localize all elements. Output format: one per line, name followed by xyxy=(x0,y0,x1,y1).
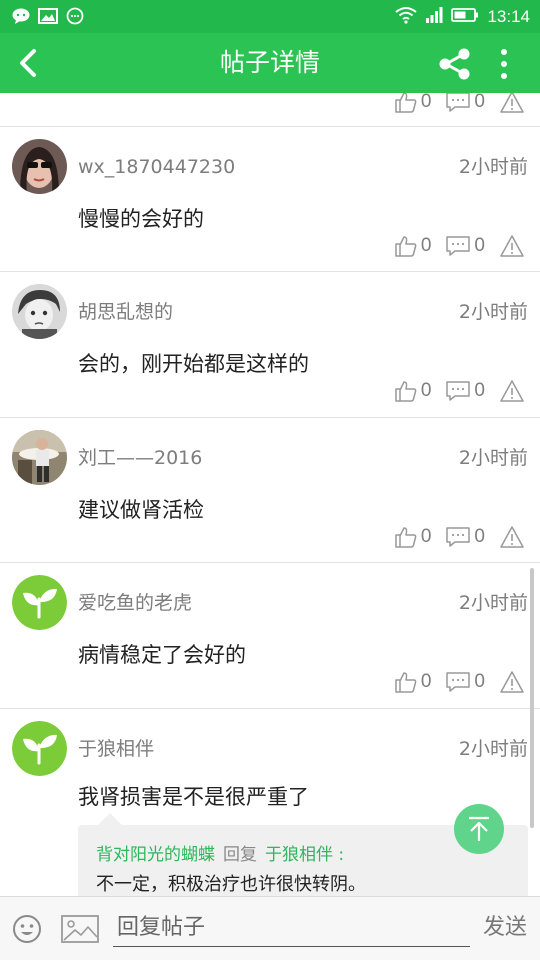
thumbs-up-icon xyxy=(395,93,417,113)
report-button[interactable] xyxy=(499,93,528,114)
comment-feed[interactable]: 0 0 wx_1870447230 2小时前 慢慢的会好的 0 0 胡思乱想的 … xyxy=(0,93,540,896)
avatar[interactable] xyxy=(12,721,67,776)
timestamp: 2小时前 xyxy=(458,301,528,323)
smiley-icon xyxy=(13,915,41,943)
comment-post: wx_1870447230 2小时前 慢慢的会好的 0 0 xyxy=(0,127,540,272)
comment-button[interactable]: 0 xyxy=(445,525,485,549)
comment-text: 会的，刚开始都是这样的 xyxy=(78,352,309,376)
reply-header: 背对阳光的蝴蝶 回复 于狼相伴 : xyxy=(96,843,344,867)
signal-icon xyxy=(425,7,443,27)
thumbs-up-icon xyxy=(395,527,417,548)
more-vertical-icon xyxy=(501,49,507,79)
comment-text: 病情稳定了会好的 xyxy=(78,643,246,667)
share-button[interactable] xyxy=(437,46,473,82)
insert-image-button[interactable] xyxy=(60,914,100,944)
app-bar: 帖子详情 xyxy=(0,33,540,93)
warning-icon xyxy=(500,235,524,257)
username[interactable]: 刘工——2016 xyxy=(78,446,202,470)
username[interactable]: 爱吃鱼的老虎 xyxy=(78,591,192,615)
username[interactable]: wx_1870447230 xyxy=(78,155,235,179)
warning-icon xyxy=(500,671,524,693)
comment-text: 我肾损害是不是很严重了 xyxy=(78,785,309,809)
like-button[interactable]: 0 xyxy=(394,234,432,258)
comment-button[interactable]: 0 xyxy=(445,93,485,114)
comment-icon xyxy=(446,236,471,256)
clock: 13:14 xyxy=(487,7,530,26)
report-button[interactable] xyxy=(499,525,528,549)
comment-button[interactable]: 0 xyxy=(445,379,485,403)
like-button[interactable]: 0 xyxy=(394,670,432,694)
like-button[interactable]: 0 xyxy=(394,379,432,403)
comment-text: 慢慢的会好的 xyxy=(78,207,204,231)
leaf-avatar-icon xyxy=(12,575,67,630)
timestamp: 2小时前 xyxy=(458,156,528,178)
like-count: 0 xyxy=(420,526,432,547)
thumbs-up-icon xyxy=(395,381,417,402)
like-count: 0 xyxy=(420,235,432,256)
timestamp: 2小时前 xyxy=(458,447,528,469)
share-icon xyxy=(439,48,470,80)
reply-target[interactable]: 于狼相伴 : xyxy=(265,845,344,865)
warning-icon xyxy=(500,380,524,402)
scroll-to-top-button[interactable] xyxy=(454,804,504,854)
username[interactable]: 胡思乱想的 xyxy=(78,300,173,324)
reply-verb: 回复 xyxy=(223,845,257,865)
emoji-button[interactable] xyxy=(12,914,42,944)
image-icon xyxy=(61,915,99,943)
timestamp: 2小时前 xyxy=(458,592,528,614)
comment-post: 于狼相伴 2小时前 我肾损害是不是很严重了 背对阳光的蝴蝶 回复 于狼相伴 : 不一… xyxy=(0,709,540,896)
reply-bar: 发送 xyxy=(0,896,540,960)
comment-count: 0 xyxy=(474,93,485,112)
username[interactable]: 于狼相伴 xyxy=(78,737,154,761)
avatar[interactable] xyxy=(12,139,67,194)
avatar[interactable] xyxy=(12,284,67,339)
gallery-notification-icon xyxy=(38,8,58,28)
comment-icon xyxy=(446,672,471,692)
comment-post: 爱吃鱼的老虎 2小时前 病情稳定了会好的 0 0 xyxy=(0,563,540,709)
comment-button[interactable]: 0 xyxy=(445,234,485,258)
thumbs-up-icon xyxy=(395,672,417,693)
like-button[interactable]: 0 xyxy=(394,525,432,549)
like-count: 0 xyxy=(420,380,432,401)
like-count: 0 xyxy=(420,671,432,692)
battery-icon xyxy=(451,7,479,27)
avatar[interactable] xyxy=(12,430,67,485)
previous-post-actions: 0 0 xyxy=(0,93,540,127)
report-button[interactable] xyxy=(499,234,528,258)
warning-icon xyxy=(500,93,524,113)
like-count: 0 xyxy=(420,93,432,112)
report-button[interactable] xyxy=(499,379,528,403)
comment-text: 建议做肾活检 xyxy=(78,498,204,522)
warning-icon xyxy=(500,526,524,548)
comment-post: 刘工——2016 2小时前 建议做肾活检 0 0 xyxy=(0,418,540,563)
chat-notification-icon xyxy=(12,8,30,28)
like-button[interactable]: 0 xyxy=(394,93,432,114)
status-bar: 13:14 xyxy=(0,0,540,33)
comment-count: 0 xyxy=(474,526,485,547)
arrow-up-icon xyxy=(469,816,489,841)
reply-text: 不一定，积极治疗也许很快转阴。 xyxy=(96,874,366,895)
comment-icon xyxy=(446,93,471,112)
comment-post: 胡思乱想的 2小时前 会的，刚开始都是这样的 0 0 xyxy=(0,272,540,418)
comment-icon xyxy=(446,381,471,401)
avatar[interactable] xyxy=(12,575,67,630)
comment-count: 0 xyxy=(474,671,485,692)
report-button[interactable] xyxy=(499,670,528,694)
comment-count: 0 xyxy=(474,380,485,401)
reply-input[interactable] xyxy=(113,909,470,947)
message-bubble-icon xyxy=(66,7,84,29)
timestamp: 2小时前 xyxy=(458,738,528,760)
comment-button[interactable]: 0 xyxy=(445,670,485,694)
comment-count: 0 xyxy=(474,235,485,256)
thumbs-up-icon xyxy=(395,236,417,257)
leaf-avatar-icon xyxy=(12,721,67,776)
comment-icon xyxy=(446,527,471,547)
send-button[interactable]: 发送 xyxy=(483,913,527,943)
more-options-button[interactable] xyxy=(494,46,514,82)
reply-author[interactable]: 背对阳光的蝴蝶 xyxy=(96,845,215,865)
scrollbar[interactable] xyxy=(530,568,534,828)
wifi-icon xyxy=(395,6,418,28)
